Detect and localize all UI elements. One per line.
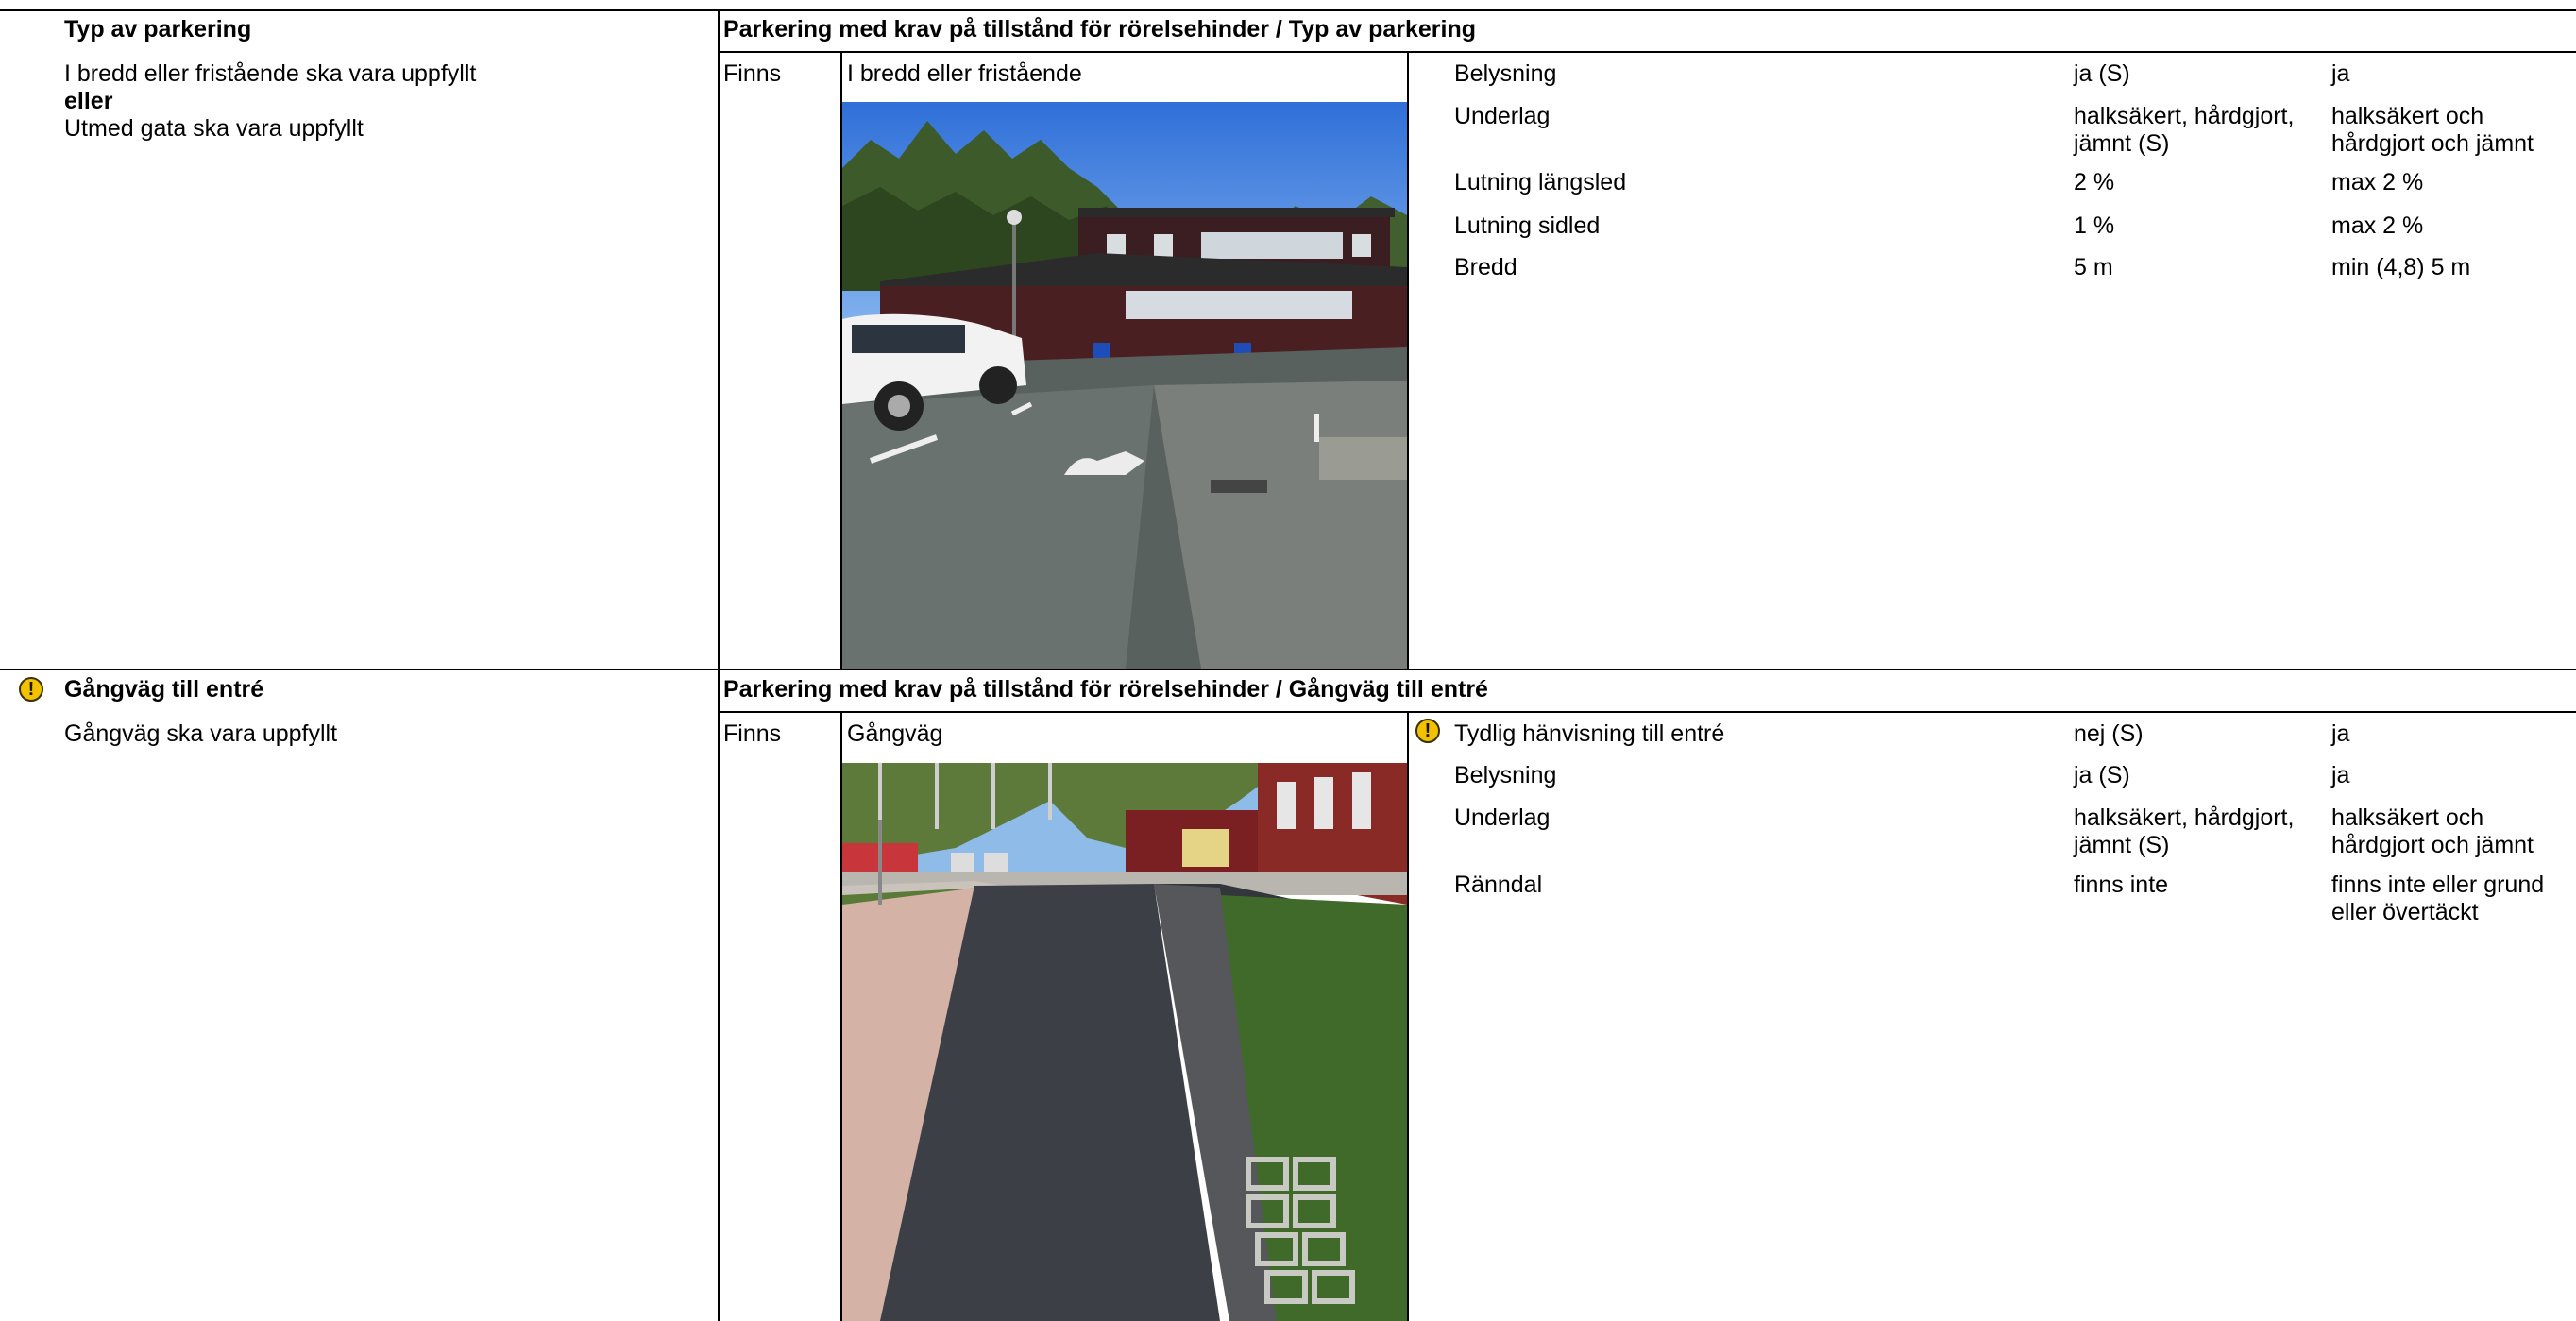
item-label: Gångväg — [847, 720, 943, 747]
criterion-value: halksäkert, hårdgjort, — [2074, 103, 2295, 129]
criterion-requirement: hårdgjort och jämnt — [2331, 130, 2534, 157]
criterion-label: Tydlig hänvisning till entré — [1454, 720, 1725, 747]
criterion-requirement: max 2 % — [2331, 212, 2424, 239]
column-divider-photo-2 — [1407, 713, 1409, 1321]
criterion-value: nej (S) — [2074, 720, 2144, 747]
criterion-requirement: max 2 % — [2331, 169, 2424, 195]
top-rule — [0, 9, 2576, 11]
criterion-value: 5 m — [2074, 254, 2113, 280]
report-page: Typ av parkering I bredd eller friståend… — [0, 0, 2576, 1321]
section-header: Parkering med krav på tillstånd för röre… — [723, 16, 1477, 42]
criterion-label: Lutning längsled — [1454, 169, 1627, 195]
section-rule — [0, 669, 2576, 670]
column-divider-left — [718, 9, 720, 1321]
requirement-line: Gångväg ska vara uppfyllt — [64, 720, 338, 747]
header-rule-1 — [720, 51, 2576, 53]
criterion-requirement: halksäkert och — [2331, 103, 2484, 129]
criterion-label: Belysning — [1454, 762, 1557, 788]
criterion-value: jämnt (S) — [2074, 832, 2170, 858]
requirement-line: Utmed gata ska vara uppfyllt — [64, 115, 364, 142]
warning-icon — [1415, 719, 1440, 743]
section-title: Gångväg till entré — [64, 676, 264, 703]
walkway-photo — [842, 763, 1407, 1321]
criterion-label: Underlag — [1454, 103, 1551, 129]
section-header: Parkering med krav på tillstånd för röre… — [723, 676, 1488, 703]
criterion-requirement: halksäkert och — [2331, 804, 2484, 831]
section-title: Typ av parkering — [64, 16, 252, 42]
criterion-requirement: eller övertäckt — [2331, 899, 2479, 925]
criterion-label: Bredd — [1454, 254, 1517, 280]
criterion-requirement: hårdgjort och jämnt — [2331, 832, 2534, 858]
requirement-line: I bredd eller fristående ska vara uppfyl… — [64, 60, 477, 87]
criterion-value: ja (S) — [2074, 60, 2130, 87]
item-label: I bredd eller fristående — [847, 60, 1082, 87]
criterion-label: Ränndal — [1454, 872, 1543, 898]
column-divider-photo-1 — [1407, 53, 1409, 669]
status-label: Finns — [723, 720, 782, 747]
warning-icon — [19, 677, 43, 702]
criterion-value: 1 % — [2074, 212, 2115, 239]
header-rule-2 — [720, 711, 2576, 713]
criterion-label: Underlag — [1454, 804, 1551, 831]
criterion-requirement: ja — [2331, 60, 2350, 87]
parking-photo — [842, 102, 1407, 669]
status-label: Finns — [723, 60, 782, 87]
criterion-requirement: ja — [2331, 720, 2350, 747]
criterion-value: 2 % — [2074, 169, 2115, 195]
criterion-label: Belysning — [1454, 60, 1557, 87]
criterion-requirement: finns inte eller grund — [2331, 872, 2545, 898]
criterion-value: jämnt (S) — [2074, 130, 2170, 157]
criterion-value: finns inte — [2074, 872, 2169, 898]
criterion-value: ja (S) — [2074, 762, 2130, 788]
requirement-line: eller — [64, 88, 113, 114]
criterion-requirement: ja — [2331, 762, 2350, 788]
criterion-requirement: min (4,8) 5 m — [2331, 254, 2471, 280]
criterion-label: Lutning sidled — [1454, 212, 1601, 239]
criterion-value: halksäkert, hårdgjort, — [2074, 804, 2295, 831]
